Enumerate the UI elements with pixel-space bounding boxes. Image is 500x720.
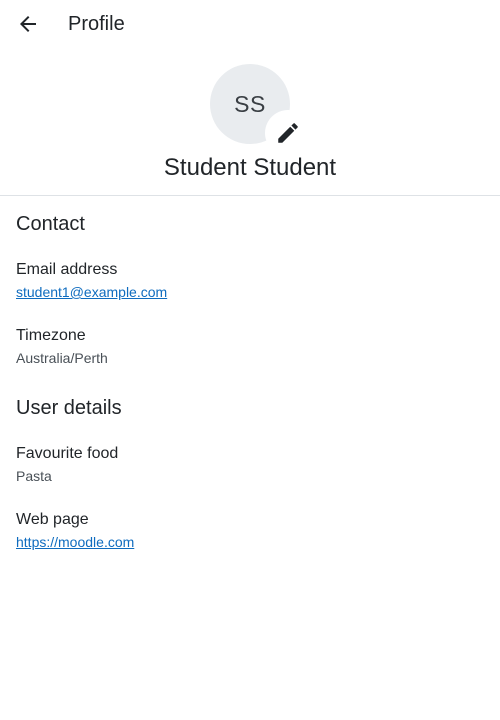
edit-avatar-button[interactable]	[265, 110, 311, 156]
timezone-value: Australia/Perth	[16, 350, 108, 366]
favourite-food-label: Favourite food	[16, 445, 119, 462]
section-title-user-details: User details	[16, 397, 122, 419]
email-link[interactable]: student1@example.com	[16, 283, 167, 301]
arrow-left-icon	[20, 16, 36, 32]
web-page-label: Web page	[16, 511, 89, 528]
avatar-container: SS	[210, 64, 311, 156]
profile-page: Profile SS Student Student Contact Email…	[0, 0, 500, 720]
section-title-contact: Contact	[16, 213, 85, 235]
email-label: Email address	[16, 261, 118, 278]
header-divider	[0, 195, 500, 196]
timezone-label: Timezone	[16, 327, 86, 344]
user-full-name: Student Student	[163, 154, 337, 181]
favourite-food-value: Pasta	[16, 468, 52, 484]
web-page-link[interactable]: https://moodle.com	[16, 533, 134, 551]
pencil-icon	[278, 123, 298, 143]
back-button[interactable]	[10, 6, 46, 42]
page-title: Profile	[68, 13, 125, 35]
top-bar: Profile	[0, 0, 500, 48]
